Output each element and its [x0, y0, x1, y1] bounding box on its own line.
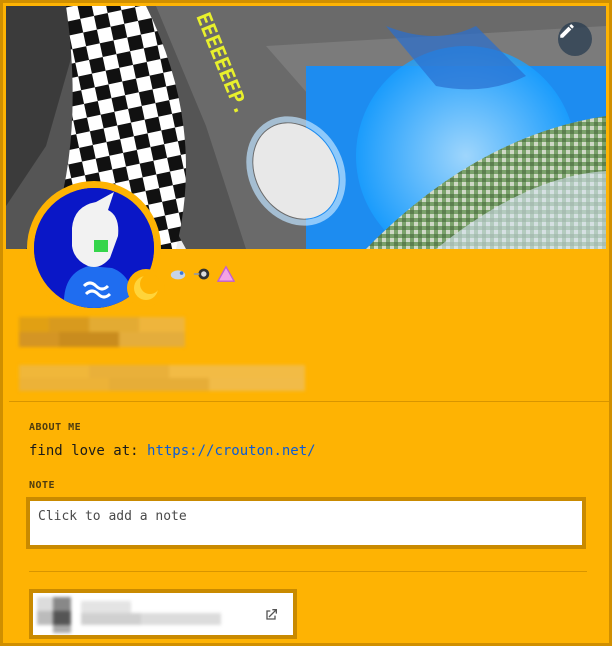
about-me-heading: ABOUT ME	[29, 422, 82, 433]
connection-item[interactable]	[29, 589, 297, 639]
edit-profile-button[interactable]	[558, 22, 592, 56]
section-divider	[29, 571, 587, 572]
display-name-redacted	[19, 317, 185, 347]
crescent-moon-icon	[134, 275, 159, 300]
note-input[interactable]: Click to add a note	[26, 497, 586, 549]
pencil-icon	[560, 24, 574, 38]
dolphin-badge-icon[interactable]	[169, 265, 187, 283]
avatar-wrapper[interactable]	[27, 181, 165, 315]
username-redacted	[19, 365, 305, 391]
profile-card: EEEEEEEP. ABOUT ME find love at: https:/…	[0, 0, 612, 646]
external-link-icon[interactable]	[263, 607, 279, 623]
triangle-badge-icon[interactable]	[217, 265, 235, 283]
rocket-badge-icon[interactable]	[193, 265, 211, 283]
section-divider	[9, 401, 609, 402]
about-me-link[interactable]: https://crouton.net/	[147, 443, 316, 459]
note-heading: NOTE	[29, 480, 56, 491]
about-me-text: find love at: https://crouton.net/	[29, 443, 316, 459]
status-indicator	[127, 269, 165, 307]
note-placeholder: Click to add a note	[38, 509, 187, 524]
connection-name-redacted	[37, 597, 221, 633]
badge-list	[169, 265, 235, 283]
about-me-prefix: find love at:	[29, 443, 148, 459]
